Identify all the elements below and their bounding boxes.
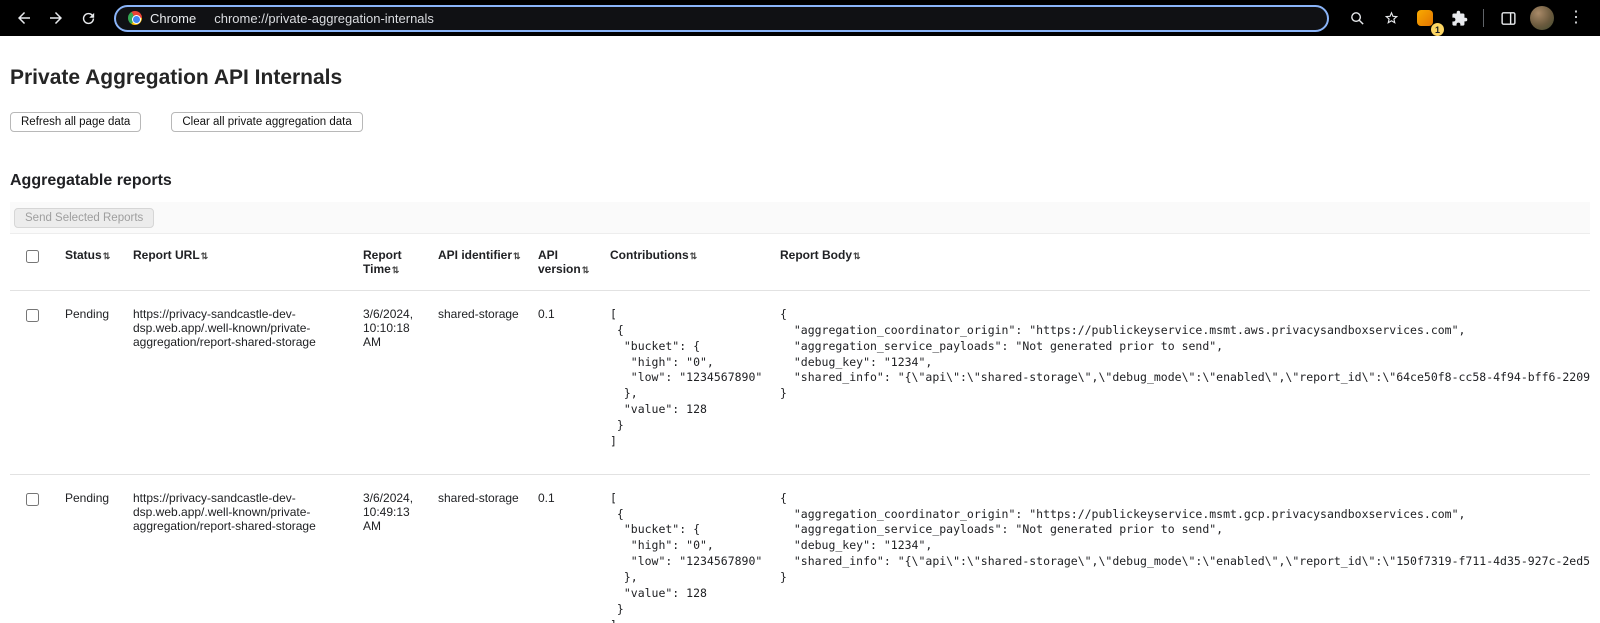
side-panel-icon <box>1500 10 1517 27</box>
search-button[interactable] <box>1343 4 1371 32</box>
refresh-all-button[interactable]: Refresh all page data <box>10 112 141 132</box>
status-cell: Pending <box>65 291 133 475</box>
forward-button[interactable] <box>42 4 70 32</box>
api-version-cell: 0.1 <box>538 474 610 623</box>
page-title: Private Aggregation API Internals <box>10 66 1590 90</box>
sort-icon: ⇅ <box>513 251 521 261</box>
header-report-time[interactable]: Report Time⇅ <box>363 234 438 291</box>
report-body-cell: { "aggregation_coordinator_origin": "htt… <box>780 291 1590 475</box>
sort-icon: ⇅ <box>103 251 111 261</box>
url-text: chrome://private-aggregation-internals <box>214 11 434 26</box>
back-arrow-icon <box>15 9 33 27</box>
header-api-identifier[interactable]: API identifier⇅ <box>438 234 538 291</box>
extension-badge: 1 <box>1431 23 1444 36</box>
contributions-cell: [ { "bucket": { "high": "0", "low": "123… <box>610 474 780 623</box>
report-body-json: { "aggregation_coordinator_origin": "htt… <box>780 307 1580 402</box>
report-time-cell: 3/6/2024, 10:49:13 AM <box>363 474 438 623</box>
site-label: Chrome <box>150 11 196 26</box>
star-icon <box>1383 10 1400 27</box>
extensions-button[interactable] <box>1445 4 1473 32</box>
select-all-checkbox[interactable] <box>26 250 39 263</box>
page-content: Private Aggregation API Internals Refres… <box>0 66 1600 623</box>
toolbar-divider <box>1483 9 1484 27</box>
sort-icon: ⇅ <box>582 265 590 275</box>
sort-icon: ⇅ <box>690 251 698 261</box>
reload-button[interactable] <box>74 4 102 32</box>
pinned-extension-icon <box>1417 10 1433 26</box>
pinned-extension-button[interactable]: 1 <box>1411 4 1439 32</box>
header-report-url[interactable]: Report URL⇅ <box>133 234 363 291</box>
profile-button[interactable] <box>1528 4 1556 32</box>
report-body-json: { "aggregation_coordinator_origin": "htt… <box>780 491 1580 586</box>
address-bar[interactable]: Chrome chrome://private-aggregation-inte… <box>114 5 1329 32</box>
report-url-cell: https://privacy-sandcastle-dev-dsp.web.a… <box>133 291 363 475</box>
kebab-menu-icon: ⋮ <box>1564 10 1588 26</box>
row-checkbox[interactable] <box>26 493 39 506</box>
browser-toolbar: Chrome chrome://private-aggregation-inte… <box>0 0 1600 36</box>
row-checkbox[interactable] <box>26 309 39 322</box>
search-icon <box>1349 10 1366 27</box>
api-identifier-cell: shared-storage <box>438 291 538 475</box>
bookmark-button[interactable] <box>1377 4 1405 32</box>
header-status[interactable]: Status⇅ <box>65 234 133 291</box>
aggregatable-reports-heading: Aggregatable reports <box>10 172 1590 190</box>
header-api-version[interactable]: API version⇅ <box>538 234 610 291</box>
header-contributions[interactable]: Contributions⇅ <box>610 234 780 291</box>
chrome-logo-icon <box>128 11 142 25</box>
sort-icon: ⇅ <box>392 265 400 275</box>
table-row: Pending https://privacy-sandcastle-dev-d… <box>10 291 1590 475</box>
report-body-cell: { "aggregation_coordinator_origin": "htt… <box>780 474 1590 623</box>
report-url-cell: https://privacy-sandcastle-dev-dsp.web.a… <box>133 474 363 623</box>
browser-menu-button[interactable]: ⋮ <box>1562 4 1590 32</box>
api-identifier-cell: shared-storage <box>438 474 538 623</box>
reload-icon <box>80 10 97 27</box>
back-button[interactable] <box>10 4 38 32</box>
sort-icon: ⇅ <box>201 251 209 261</box>
side-panel-button[interactable] <box>1494 4 1522 32</box>
contributions-json: [ { "bucket": { "high": "0", "low": "123… <box>610 491 770 623</box>
contributions-json: [ { "bucket": { "high": "0", "low": "123… <box>610 307 770 450</box>
report-time-cell: 3/6/2024, 10:10:18 AM <box>363 291 438 475</box>
table-row: Pending https://privacy-sandcastle-dev-d… <box>10 474 1590 623</box>
table-header-row: Status⇅ Report URL⇅ Report Time⇅ API ide… <box>10 234 1590 291</box>
forward-arrow-icon <box>47 9 65 27</box>
status-cell: Pending <box>65 474 133 623</box>
header-report-body[interactable]: Report Body⇅ <box>780 234 1590 291</box>
reports-table: Status⇅ Report URL⇅ Report Time⇅ API ide… <box>10 234 1590 623</box>
api-version-cell: 0.1 <box>538 291 610 475</box>
puzzle-icon <box>1451 10 1468 27</box>
profile-avatar <box>1530 6 1554 30</box>
sort-icon: ⇅ <box>853 251 861 261</box>
send-selected-reports-button[interactable]: Send Selected Reports <box>14 208 154 228</box>
table-toolbar: Send Selected Reports <box>10 202 1590 234</box>
clear-all-button[interactable]: Clear all private aggregation data <box>171 112 362 132</box>
contributions-cell: [ { "bucket": { "high": "0", "low": "123… <box>610 291 780 475</box>
